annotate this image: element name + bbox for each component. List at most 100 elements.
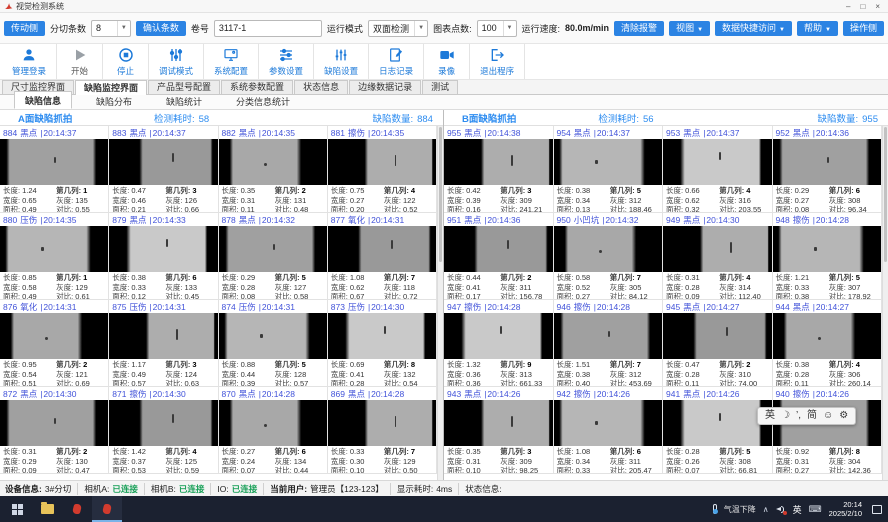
tab-system-param-config[interactable]: 系统参数配置 xyxy=(221,80,293,94)
video-record-button[interactable]: 录像 xyxy=(424,44,470,79)
defect-cell[interactable]: 874压伤20:14:31长度:0.88宽度:0.44面积:0.39米数:0.3… xyxy=(219,300,328,387)
ime-simplified-toggle[interactable]: 简 xyxy=(807,411,817,421)
system-config-button[interactable]: 系统配置 xyxy=(204,44,259,79)
defect-cell[interactable]: 879黑点20:14:33长度:0.38宽度:0.33面积:0.12米数:0.3… xyxy=(109,213,218,300)
taskbar-clock[interactable]: 20:142025/2/10 xyxy=(829,500,862,519)
debug-mode-button[interactable]: 调试模式 xyxy=(149,44,204,79)
defect-cell[interactable]: 952黑点20:14:36长度:0.29宽度:0.27面积:0.08米数:0.3… xyxy=(773,126,883,213)
panel-b-scrollbar[interactable] xyxy=(882,126,888,480)
weather-text[interactable]: 气温下降 xyxy=(724,504,756,515)
help-menu-button[interactable]: 帮助▼ xyxy=(797,21,838,36)
notification-center-icon[interactable] xyxy=(872,505,882,514)
file-explorer-button[interactable] xyxy=(32,496,62,522)
defect-cell[interactable]: 869黑点20:14:28长度:0.33宽度:0.30面积:0.10米数:0.3… xyxy=(328,387,437,474)
defect-cell[interactable]: 944黑点20:14:27长度:0.38宽度:0.28面积:0.11米数:0.3… xyxy=(773,300,883,387)
chart-points-select[interactable]: 100▼ xyxy=(477,20,517,37)
volume-icon[interactable] xyxy=(776,505,786,514)
quick-access-menu-button[interactable]: 数据快捷访问▼ xyxy=(715,21,792,36)
defect-cell[interactable]: 883黑点20:14:37长度:0.47宽度:0.46面积:0.21米数:0.3… xyxy=(109,126,218,213)
subtab-defect-info[interactable]: 缺陷信息 xyxy=(14,91,72,109)
defect-settings-button[interactable]: 缺陷设置 xyxy=(314,44,369,79)
roll-number-input[interactable] xyxy=(214,20,322,37)
defect-cell[interactable]: 950小凹坑20:14:32长度:0.58宽度:0.52面积:0.27米数:0.… xyxy=(554,213,664,300)
app-window: 视觉检测系统 – □ × 传动侧 分切条数 8▼ 确认条数 卷号 运行模式 双面… xyxy=(0,0,888,522)
clear-alarm-button[interactable]: 清除报警 xyxy=(614,21,664,36)
hidden-icons-chevron[interactable]: ∧ xyxy=(763,505,769,514)
chevron-down-icon: ▼ xyxy=(117,21,130,36)
view-menu-button[interactable]: 视图▼ xyxy=(669,21,710,36)
maximize-button[interactable]: □ xyxy=(860,2,865,11)
cell-field-value: 1 xyxy=(83,186,87,195)
tab-defect-monitor[interactable]: 缺陷监控界面 xyxy=(75,80,147,95)
close-button[interactable]: × xyxy=(875,2,880,11)
cell-field-value: 0.28 xyxy=(241,283,256,292)
cell-field-label: 长度: xyxy=(331,447,348,456)
defect-cell[interactable]: 947擦伤20:14:28长度:1.32宽度:0.36面积:0.36米数:0.3… xyxy=(444,300,554,387)
defect-cell[interactable]: 881擦伤20:14:35长度:0.75宽度:0.27面积:0.20米数:0.3… xyxy=(328,126,437,213)
defect-cell[interactable]: 871擦伤20:14:30长度:1.42宽度:0.37面积:0.53米数:0.3… xyxy=(109,387,218,474)
defect-cell[interactable]: 955黑点20:14:38长度:0.42宽度:0.39面积:0.16米数:0.3… xyxy=(444,126,554,213)
ime-language-indicator[interactable]: 英 xyxy=(793,503,802,516)
defect-cell[interactable]: 870黑点20:14:28长度:0.27宽度:0.24面积:0.07米数:0.3… xyxy=(219,387,328,474)
cell-field-value: 121 xyxy=(75,370,88,379)
ime-lang-toggle[interactable]: 英 xyxy=(765,411,775,421)
operator-side-button[interactable]: 操作侧 xyxy=(843,21,884,36)
defect-cell[interactable]: 954黑点20:14:37长度:0.38宽度:0.34面积:0.13米数:0.3… xyxy=(554,126,664,213)
defect-cell[interactable]: 942擦伤20:14:26长度:1.08宽度:0.34面积:0.33米数:0.3… xyxy=(554,387,664,474)
log-record-button[interactable]: 日志记录 xyxy=(369,44,424,79)
admin-login-button[interactable]: 管理登录 xyxy=(2,44,57,79)
ime-settings-gear-icon[interactable]: ⚙ xyxy=(839,411,848,421)
ime-emoji-icon[interactable]: ☺ xyxy=(823,411,833,421)
defect-cell[interactable]: 873压伤20:14:30长度:0.69宽度:0.41面积:0.28米数:0.3… xyxy=(328,300,437,387)
defect-cell[interactable]: 877氧化20:14:31长度:1.08宽度:0.62面积:0.67米数:0.3… xyxy=(328,213,437,300)
cell-field-value: 310 xyxy=(738,370,751,379)
defect-cell[interactable]: 945黑点20:14:27长度:0.47宽度:0.28面积:0.11米数:0.3… xyxy=(663,300,773,387)
cell-field-label: 灰度: xyxy=(56,283,73,292)
subtab-classification-statistics[interactable]: 分类信息统计 xyxy=(226,93,300,109)
defect-cell[interactable]: 943黑点20:14:26长度:0.35宽度:0.31面积:0.10米数:0.3… xyxy=(444,387,554,474)
ime-punct-icon[interactable]: ’, xyxy=(796,411,801,421)
start-button[interactable]: 开始 xyxy=(57,44,103,79)
slit-count-select[interactable]: 8▼ xyxy=(91,20,131,37)
exit-program-button[interactable]: 退出程序 xyxy=(470,44,525,79)
param-settings-button[interactable]: 参数设置 xyxy=(259,44,314,79)
drive-side-button[interactable]: 传动侧 xyxy=(4,21,45,36)
confirm-count-button[interactable]: 确认条数 xyxy=(136,21,186,36)
thermometer-icon[interactable] xyxy=(713,504,717,514)
ime-fullhalf-icon[interactable]: ☽ xyxy=(781,411,790,421)
tab-status-info[interactable]: 状态信息 xyxy=(294,80,348,94)
defect-cell[interactable]: 878黑点20:14:32长度:0.29宽度:0.28面积:0.08米数:0.3… xyxy=(219,213,328,300)
defect-cell[interactable]: 884黑点20:14:37长度:1.24宽度:0.65面积:0.49米数:0.3… xyxy=(0,126,109,213)
subtab-defect-distribution[interactable]: 缺陷分布 xyxy=(86,93,142,109)
defect-cell[interactable]: 946擦伤20:14:28长度:1.51宽度:0.38面积:0.40米数:0.3… xyxy=(554,300,664,387)
app-shortcut-button[interactable] xyxy=(62,496,92,522)
defect-cell[interactable]: 948擦伤20:14:28长度:1.21宽度:0.33面积:0.38米数:0.3… xyxy=(773,213,883,300)
cell-field-label: 宽度: xyxy=(222,370,239,379)
defect-cell[interactable]: 880压伤20:14:35长度:0.85宽度:0.58面积:0.49米数:0.3… xyxy=(0,213,109,300)
defect-cell[interactable]: 882黑点20:14:35长度:0.35宽度:0.31面积:0.11米数:0.3… xyxy=(219,126,328,213)
defect-type: 黑点 xyxy=(683,301,700,313)
defect-id: 876 xyxy=(3,302,17,312)
tab-edge-data-record[interactable]: 边缘数据记录 xyxy=(349,80,421,94)
tab-test[interactable]: 测试 xyxy=(422,80,458,94)
defect-cell[interactable]: 953黑点20:14:37长度:0.66宽度:0.62面积:0.32米数:0.3… xyxy=(663,126,773,213)
defect-cell[interactable]: 941黑点20:14:26长度:0.28宽度:0.26面积:0.07米数:0.3… xyxy=(663,387,773,474)
stop-button[interactable]: 停止 xyxy=(103,44,149,79)
defect-cell[interactable]: 872黑点20:14:30长度:0.31宽度:0.29面积:0.09米数:0.3… xyxy=(0,387,109,474)
panel-a-scrollbar[interactable] xyxy=(437,126,443,480)
defect-details: 长度:1.32宽度:0.36面积:0.36米数:0.35第几列:9灰度:313对… xyxy=(444,359,553,387)
defect-cell[interactable]: 951黑点20:14:36长度:0.44宽度:0.41面积:0.17米数:0.3… xyxy=(444,213,554,300)
defect-cell[interactable]: 949黑点20:14:30长度:0.31宽度:0.28面积:0.09米数:0.3… xyxy=(663,213,773,300)
defect-cell-header: 875压伤20:14:31 xyxy=(109,300,217,313)
subtab-defect-statistics[interactable]: 缺陷统计 xyxy=(156,93,212,109)
defect-cell[interactable]: 875压伤20:14:31长度:1.17宽度:0.49面积:0.57米数:0.3… xyxy=(109,300,218,387)
tab-product-model-config[interactable]: 产品型号配置 xyxy=(148,80,220,94)
keyboard-icon[interactable]: ⌨ xyxy=(809,504,822,515)
io-status: IO:已连接 xyxy=(217,483,264,495)
minimize-button[interactable]: – xyxy=(846,2,850,11)
run-mode-select[interactable]: 双面检测▼ xyxy=(368,20,428,37)
start-button[interactable] xyxy=(2,496,32,522)
defect-cell[interactable]: 940擦伤20:14:26长度:0.92宽度:0.31面积:0.27米数:0.3… xyxy=(773,387,883,474)
running-app-button[interactable] xyxy=(92,496,122,522)
defect-cell[interactable]: 876氧化20:14:31长度:0.95宽度:0.54面积:0.51米数:0.3… xyxy=(0,300,109,387)
